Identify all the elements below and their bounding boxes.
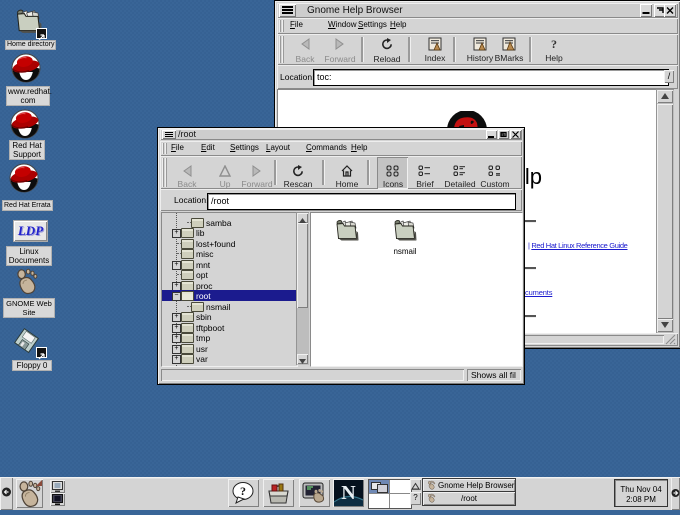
svg-text:?: ? xyxy=(551,37,557,51)
svg-text:N: N xyxy=(341,482,356,504)
svg-text:?: ? xyxy=(240,484,246,498)
